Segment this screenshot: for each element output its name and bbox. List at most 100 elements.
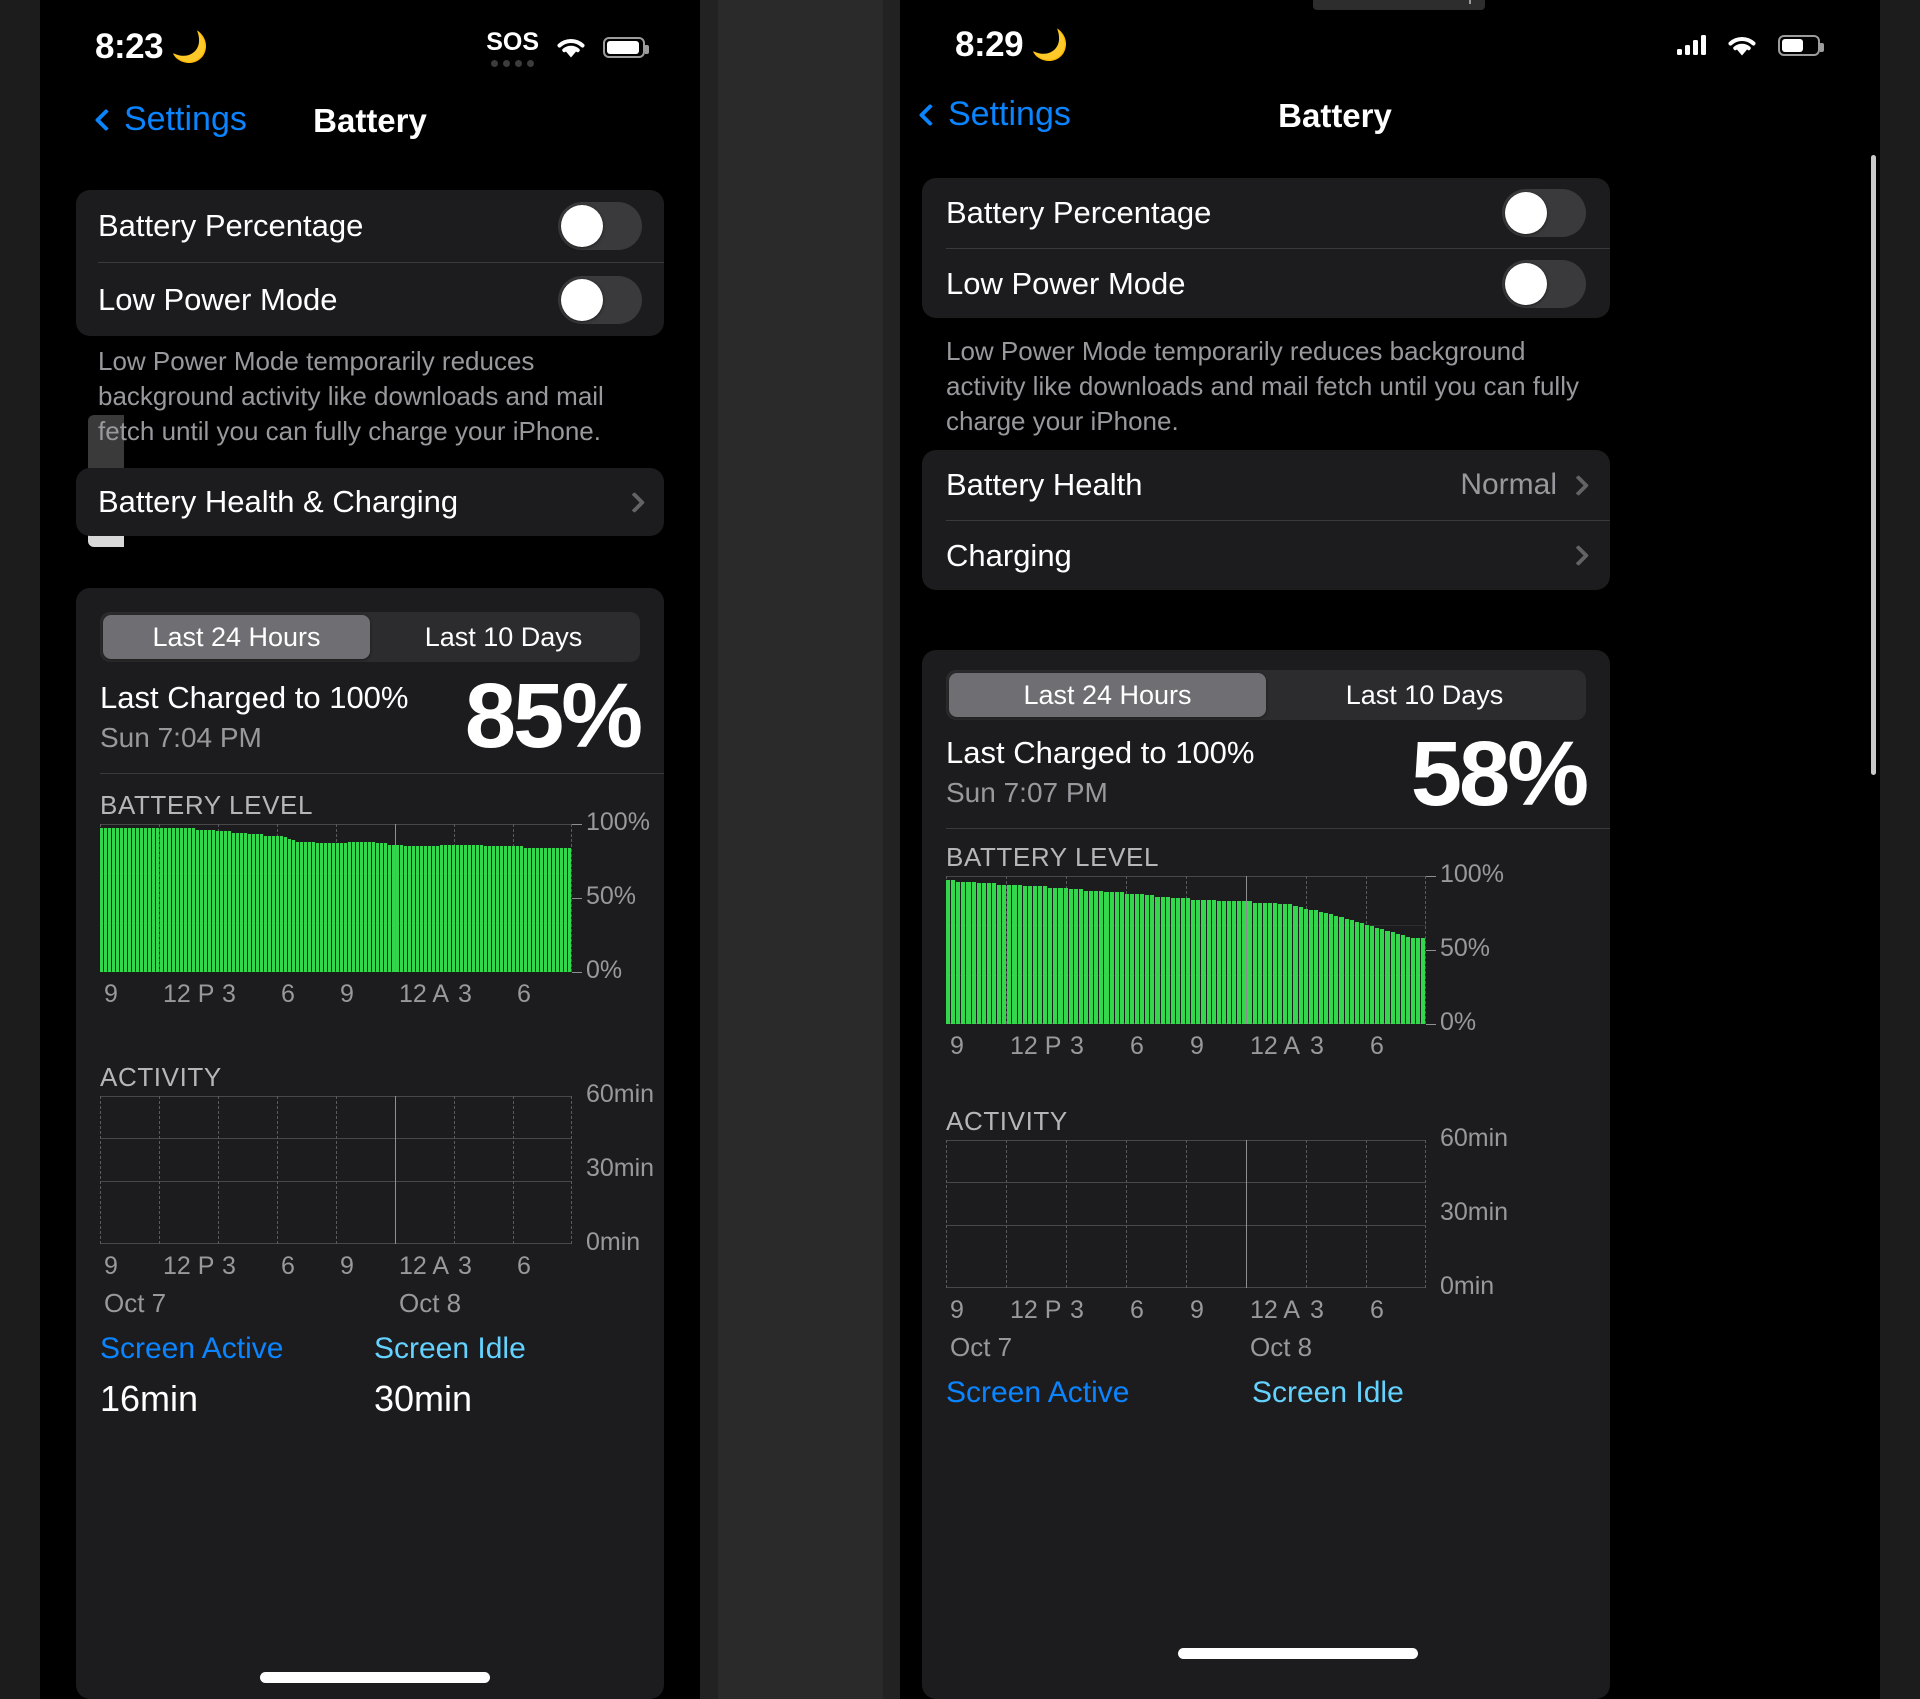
battery-level-bar: [1278, 904, 1283, 1024]
battery-level-bar: [236, 832, 239, 972]
left-battery-level-caption: BATTERY LEVEL: [100, 790, 314, 820]
wifi-icon: [557, 39, 585, 58]
battery-level-bar: [997, 884, 1002, 1024]
right-level-tick-100: [1426, 876, 1436, 877]
xlabel-6: 3: [458, 980, 472, 1008]
left-home-indicator[interactable]: [260, 1672, 490, 1683]
page-title: Battery: [313, 102, 427, 139]
battery-level-bar: [348, 841, 351, 972]
battery-level-bar: [464, 844, 467, 972]
xlabel-3: 6: [1130, 1032, 1144, 1060]
left-last-charged-time: Sun 7:04 PM: [100, 722, 262, 753]
xlabel-0: 9: [104, 1252, 118, 1280]
battery-level-bar: [108, 828, 111, 972]
row-label-battery-percentage: Battery Percentage: [98, 208, 364, 243]
xlabel-1: 12 P: [163, 980, 215, 1008]
segment-last-10-days[interactable]: Last 10 Days: [1266, 673, 1583, 717]
battery-level-bar: [424, 846, 427, 972]
xlabel-7: 6: [1370, 1032, 1384, 1060]
left-activity-bars: [100, 1096, 572, 1244]
row-label-low-power-mode: Low Power Mode: [98, 281, 338, 317]
xlabel-2: 3: [222, 1252, 236, 1280]
row-low-power-mode[interactable]: Low Power Mode: [76, 263, 664, 336]
cellular-signal-icon: [1677, 35, 1706, 55]
right-legend-screen-idle-label: Screen Idle: [1252, 1376, 1404, 1409]
row-label-low-power-mode: Low Power Mode: [946, 265, 1186, 301]
xlabel-4: 9: [340, 1252, 354, 1280]
battery-level-bar: [336, 843, 339, 972]
right-home-indicator[interactable]: [1178, 1648, 1418, 1659]
row-battery-health-charging[interactable]: Battery Health & Charging: [76, 468, 664, 536]
low-power-mode-toggle[interactable]: [1502, 259, 1586, 308]
right-activity-bars: [946, 1140, 1426, 1288]
battery-level-bar: [1390, 932, 1395, 1024]
row-battery-health[interactable]: Battery Health Normal: [922, 450, 1610, 520]
battery-level-bar: [1298, 907, 1303, 1024]
battery-level-bar: [376, 843, 379, 972]
battery-level-bar: [1273, 902, 1278, 1024]
battery-level-bar: [460, 844, 463, 972]
battery-level-bar: [1073, 889, 1078, 1024]
battery-level-bar: [100, 828, 103, 972]
ylabel-30min: 30min: [1440, 1198, 1509, 1226]
battery-level-bar: [388, 844, 391, 972]
battery-level-bar: [560, 847, 563, 972]
right-range-segmented-control[interactable]: Last 24 Hours Last 10 Days: [946, 670, 1586, 720]
row-battery-percentage[interactable]: Battery Percentage: [76, 190, 664, 262]
chevron-right-icon: [1567, 474, 1590, 496]
battery-level-bar: [120, 828, 123, 972]
battery-level-bar: [432, 846, 435, 972]
left-range-segmented-control[interactable]: Last 24 Hours Last 10 Days: [100, 612, 640, 662]
battery-level-bar: [148, 828, 151, 972]
low-power-mode-toggle[interactable]: [558, 275, 642, 324]
battery-level-bar: [1364, 924, 1370, 1024]
segment-last-24-hours[interactable]: Last 24 Hours: [103, 615, 370, 659]
battery-percentage-toggle[interactable]: [558, 202, 642, 250]
battery-level-bar: [1232, 901, 1237, 1024]
right-legend-screen-active-label: Screen Active: [946, 1376, 1130, 1409]
segment-last-24-hours[interactable]: Last 24 Hours: [949, 673, 1266, 717]
battery-level-bar: [364, 841, 367, 972]
row-battery-percentage[interactable]: Battery Percentage: [922, 178, 1610, 248]
battery-level-bar: [404, 846, 407, 972]
battery-level-bar: [1375, 927, 1380, 1024]
battery-level-bar: [1313, 910, 1318, 1024]
right-scroll-indicator[interactable]: [1871, 155, 1876, 775]
battery-level-bar: [1242, 901, 1247, 1024]
battery-level-bar: [1114, 892, 1119, 1024]
right-battery-level-caption: BATTERY LEVEL: [946, 842, 1160, 872]
battery-level-bar: [1359, 923, 1364, 1024]
battery-level-bar: [172, 828, 175, 972]
row-low-power-mode[interactable]: Low Power Mode: [922, 249, 1610, 318]
battery-level-bar: [428, 846, 431, 972]
ylabel-60min: 60min: [586, 1080, 655, 1108]
battery-level-bar: [320, 843, 323, 972]
right-gutter: [1880, 0, 1920, 1699]
ylabel-0: 0%: [1440, 1008, 1477, 1036]
sos-label: SOS: [486, 27, 539, 56]
battery-level-bar: [360, 841, 363, 972]
chevron-right-icon: [623, 491, 646, 513]
left-battery-level-bars: [100, 824, 572, 972]
battery-level-bar: [468, 844, 471, 972]
battery-level-bar: [1002, 884, 1007, 1024]
right-battery-health-card: Battery Health Normal Charging: [922, 450, 1610, 590]
right-phone-screenshot: 8:29 🌙 Settings Battery Battery Percenta…: [900, 0, 1880, 1699]
toggle-knob: [1505, 262, 1547, 305]
battery-level-bar: [252, 834, 255, 972]
row-label-battery-percentage: Battery Percentage: [946, 195, 1212, 230]
battery-level-bar: [1109, 892, 1114, 1024]
row-charging[interactable]: Charging: [922, 521, 1610, 590]
left-legend-screen-idle-label: Screen Idle: [374, 1332, 526, 1365]
left-phone-screenshot: 🔈 8:23 🌙 SOS: [40, 0, 700, 1699]
xlabel-5: 12 A: [1250, 1032, 1301, 1060]
battery-level-bar: [264, 835, 267, 972]
battery-level-bar: [292, 840, 295, 972]
battery-level-bar: [212, 829, 215, 972]
battery-level-bar: [1288, 904, 1293, 1024]
battery-level-bar: [956, 881, 961, 1024]
segment-last-10-days[interactable]: Last 10 Days: [370, 615, 637, 659]
battery-level-bar: [1262, 902, 1267, 1024]
battery-percentage-toggle[interactable]: [1502, 189, 1586, 237]
battery-level-bar: [552, 847, 555, 972]
